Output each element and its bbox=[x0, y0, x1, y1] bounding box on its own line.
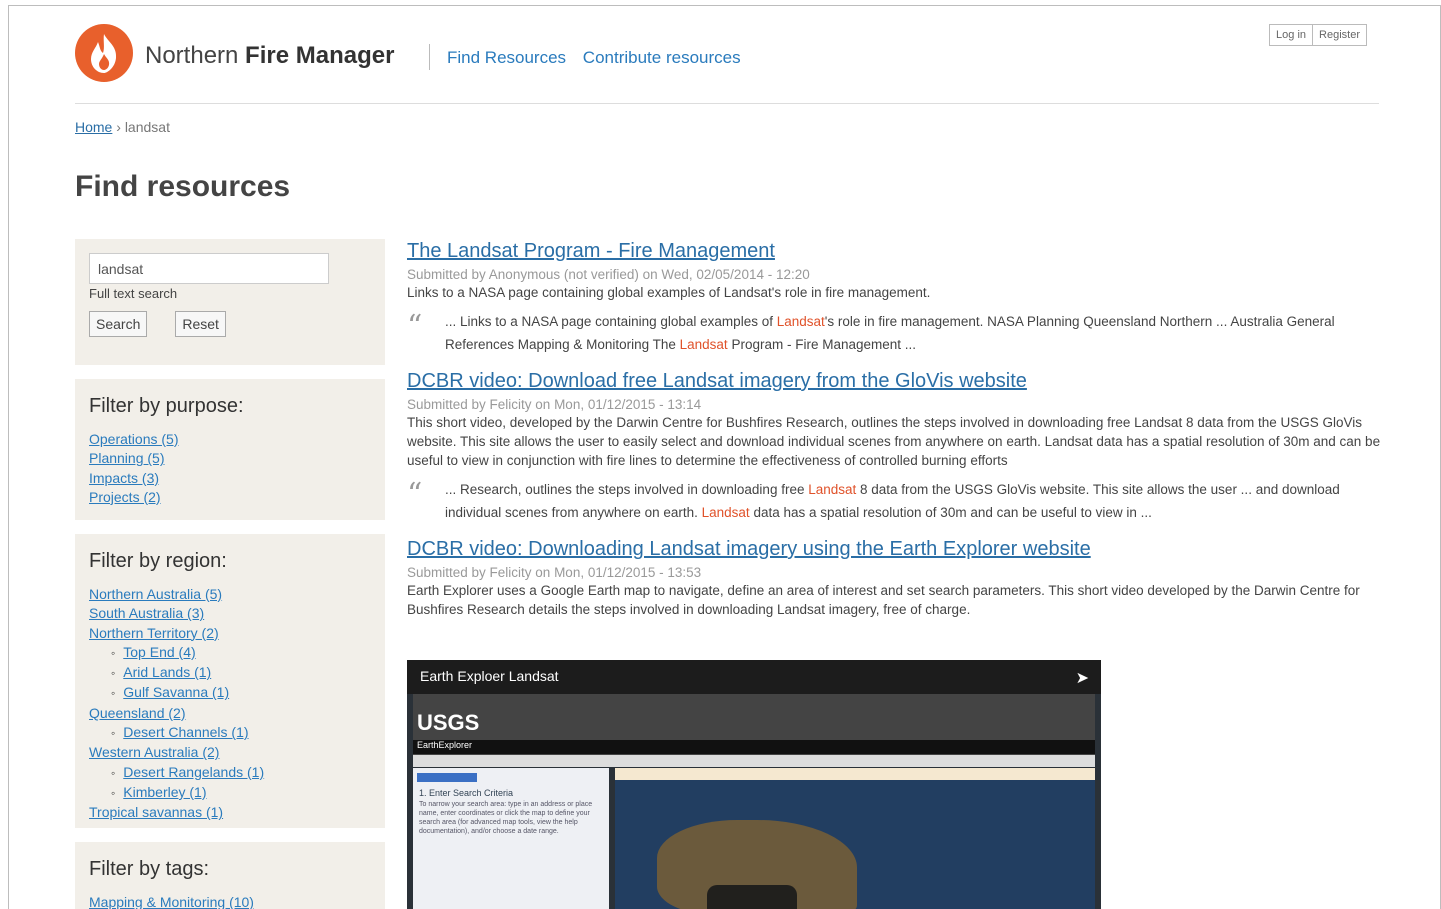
result-item: DCBR video: Download free Landsat imager… bbox=[407, 370, 1382, 524]
filter-purpose: Filter by purpose: Operations (5) Planni… bbox=[75, 379, 385, 520]
result-item: DCBR video: Downloading Landsat imagery … bbox=[407, 538, 1382, 619]
video-title[interactable]: Earth Exploer Landsat bbox=[420, 668, 559, 684]
site-name-bold: Fire Manager bbox=[245, 42, 395, 69]
snippet-text: ... Links to a NASA page containing glob… bbox=[445, 314, 777, 329]
result-description: Links to a NASA page containing global e… bbox=[407, 285, 931, 300]
video-title-bar: Earth Exploer Landsat ➤ bbox=[407, 660, 1101, 694]
result-title[interactable]: The Landsat Program - Fire Management bbox=[407, 240, 775, 262]
video-frame-step: 1. Enter Search Criteria bbox=[419, 788, 514, 798]
video-frame-app-label: EarthExplorer bbox=[417, 740, 473, 750]
usgs-logo: USGS bbox=[417, 710, 480, 735]
result-description: Earth Explorer uses a Google Earth map t… bbox=[407, 583, 1360, 617]
filter-region: Filter by region: Northern Australia (5)… bbox=[75, 534, 385, 828]
browser-frame: Northern Fire Manager Find Resources Con… bbox=[8, 5, 1441, 909]
filter-purpose-title: Filter by purpose: bbox=[89, 395, 244, 417]
result-description: This short video, developed by the Darwi… bbox=[407, 415, 1381, 468]
filter-purpose-item[interactable]: Projects (2) bbox=[89, 489, 161, 505]
snippet-highlight: Landsat bbox=[808, 482, 857, 497]
login-link[interactable]: Log in bbox=[1270, 25, 1312, 45]
video-frame-menu bbox=[413, 755, 1095, 767]
video-embed[interactable]: USGS EarthExplorer 1. Enter Search Crite… bbox=[407, 660, 1101, 909]
user-menu: Log in Register bbox=[1269, 24, 1367, 46]
search-hint: Full text search bbox=[89, 286, 178, 301]
filter-region-item[interactable]: Northern Australia (5) bbox=[89, 586, 222, 602]
nav-find-resources[interactable]: Find Resources bbox=[447, 48, 566, 67]
snippet-text: data has a spatial resolution of 30m and… bbox=[749, 505, 1152, 520]
filter-region-title: Filter by region: bbox=[89, 550, 227, 572]
result-meta: Submitted by Anonymous (not verified) on… bbox=[407, 267, 810, 282]
play-button[interactable] bbox=[707, 885, 797, 909]
snippet-highlight: Landsat bbox=[776, 314, 825, 329]
video-frame-map-header bbox=[615, 768, 1095, 780]
result-meta: Submitted by Felicity on Mon, 01/12/2015… bbox=[407, 397, 702, 412]
quote-icon: “ bbox=[407, 309, 423, 344]
search-input[interactable] bbox=[89, 253, 329, 284]
header-divider bbox=[429, 44, 430, 70]
video-frame-appbar bbox=[413, 740, 1095, 754]
filter-subregion-item[interactable]: Gulf Savanna (1) bbox=[123, 684, 229, 700]
filter-region-item[interactable]: Western Australia (2) bbox=[89, 744, 219, 760]
filter-region-item[interactable]: Northern Territory (2) bbox=[89, 625, 219, 641]
filter-region-item[interactable]: Queensland (2) bbox=[89, 705, 186, 721]
flame-logo-icon[interactable] bbox=[75, 24, 133, 82]
site-name[interactable]: Northern Fire Manager bbox=[145, 42, 394, 70]
video-frame-tab bbox=[417, 773, 477, 782]
search-results: The Landsat Program - Fire Management Su… bbox=[407, 240, 1382, 633]
video-frame-step-text: To narrow your search area: type in an a… bbox=[419, 801, 593, 835]
result-item: The Landsat Program - Fire Management Su… bbox=[407, 240, 1382, 356]
filter-subregion-item[interactable]: Desert Channels (1) bbox=[123, 724, 248, 740]
quote-icon: “ bbox=[407, 477, 423, 512]
filter-purpose-item[interactable]: Impacts (3) bbox=[89, 470, 159, 486]
filter-subregion-item[interactable]: Arid Lands (1) bbox=[123, 664, 211, 680]
main-nav: Find Resources Contribute resources bbox=[447, 48, 753, 68]
register-link[interactable]: Register bbox=[1312, 25, 1366, 45]
snippet-highlight: Landsat bbox=[679, 337, 728, 352]
search-box: Full text search Search Reset bbox=[75, 239, 385, 365]
filter-purpose-item[interactable]: Operations (5) bbox=[89, 431, 178, 447]
nav-contribute-resources[interactable]: Contribute resources bbox=[583, 48, 741, 67]
share-icon[interactable]: ➤ bbox=[1076, 668, 1089, 688]
filter-region-item[interactable]: South Australia (3) bbox=[89, 605, 204, 621]
result-meta: Submitted by Felicity on Mon, 01/12/2015… bbox=[407, 565, 702, 580]
filter-tag-item[interactable]: Mapping & Monitoring (10) bbox=[89, 894, 254, 909]
site-name-light: Northern bbox=[145, 42, 239, 69]
snippet-text: Program - Fire Management ... bbox=[727, 337, 917, 352]
result-snippet: “ ... Links to a NASA page containing gl… bbox=[407, 310, 1382, 356]
header-rule bbox=[75, 103, 1379, 104]
filter-tags: Filter by tags: Mapping & Monitoring (10… bbox=[75, 842, 385, 909]
site-header: Northern Fire Manager Find Resources Con… bbox=[75, 22, 1379, 92]
snippet-highlight: Landsat bbox=[701, 505, 750, 520]
breadcrumb-home[interactable]: Home bbox=[75, 119, 112, 135]
filter-tags-title: Filter by tags: bbox=[89, 858, 210, 880]
result-snippet: “ ... Research, outlines the steps invol… bbox=[407, 478, 1382, 524]
breadcrumb-current: landsat bbox=[124, 119, 170, 135]
filter-region-item[interactable]: Tropical savannas (1) bbox=[89, 804, 223, 820]
filter-subregion-item[interactable]: Top End (4) bbox=[123, 644, 195, 660]
result-title[interactable]: DCBR video: Downloading Landsat imagery … bbox=[407, 538, 1091, 560]
breadcrumb: Home › landsat bbox=[75, 119, 170, 135]
search-button[interactable]: Search bbox=[89, 311, 148, 337]
result-title[interactable]: DCBR video: Download free Landsat imager… bbox=[407, 370, 1027, 392]
filter-subregion-item[interactable]: Kimberley (1) bbox=[123, 784, 206, 800]
filter-purpose-item[interactable]: Planning (5) bbox=[89, 450, 165, 466]
filter-subregion-item[interactable]: Desert Rangelands (1) bbox=[123, 764, 264, 780]
snippet-text: ... Research, outlines the steps involve… bbox=[445, 482, 809, 497]
page-title: Find resources bbox=[75, 170, 291, 203]
reset-button[interactable]: Reset bbox=[175, 311, 226, 337]
